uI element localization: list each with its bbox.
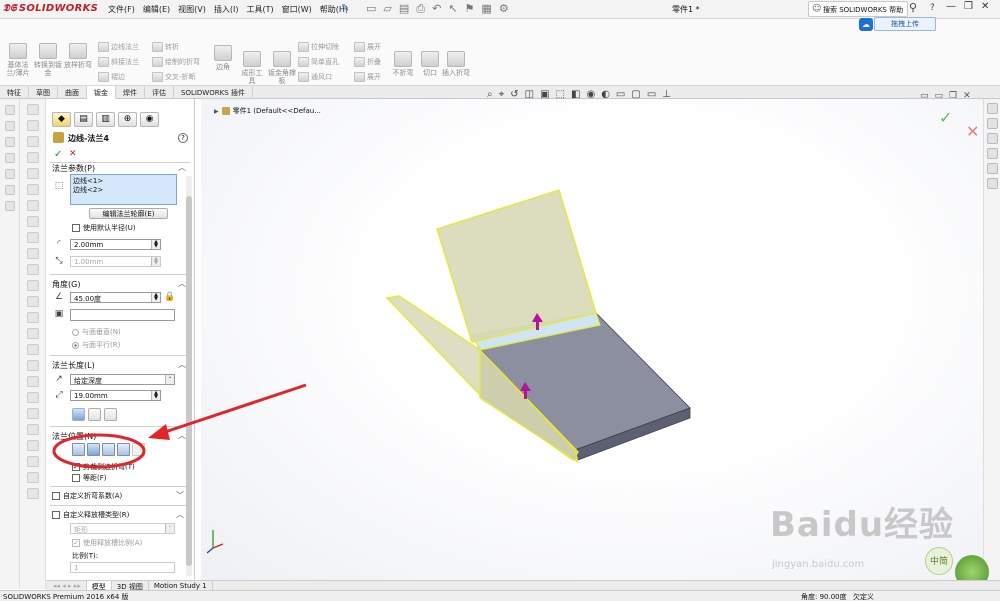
file-explorer-icon[interactable] xyxy=(987,133,998,144)
status-defined: 欠定义 xyxy=(853,593,874,601)
appearances-icon[interactable] xyxy=(987,163,998,174)
status-bar: SOLIDWORKS Premium 2016 x64 版 角度: 90.00度… xyxy=(0,590,1000,601)
badge-text: 中简 xyxy=(925,547,953,575)
back-flange-preview[interactable] xyxy=(436,189,597,343)
tutorial-annotation xyxy=(52,383,307,469)
custom-properties-icon[interactable] xyxy=(987,178,998,189)
resources-icon[interactable] xyxy=(987,103,998,114)
tab-model[interactable]: 模型 xyxy=(86,581,112,591)
view-palette-icon[interactable] xyxy=(987,148,998,159)
status-version: SOLIDWORKS Premium 2016 x64 版 xyxy=(3,593,129,601)
model-tabs: ◂◂ ◂ ▸ ▸▸ 模型 3D 视图 Motion Study 1 xyxy=(46,580,1000,591)
tab-motion-study[interactable]: Motion Study 1 xyxy=(149,581,213,590)
watermark-url: jingyan.baidu.com xyxy=(772,559,865,570)
status-angle: 角度: 90.00度 xyxy=(801,593,847,601)
coordinate-triad xyxy=(206,530,224,554)
watermark-logo: Baidu经验 xyxy=(770,505,955,545)
task-pane xyxy=(983,99,1000,580)
tab-nav-arrows[interactable]: ◂◂ ◂ ▸ ▸▸ xyxy=(48,581,87,590)
tab-3d-view[interactable]: 3D 视图 xyxy=(112,581,149,591)
design-library-icon[interactable] xyxy=(987,118,998,129)
